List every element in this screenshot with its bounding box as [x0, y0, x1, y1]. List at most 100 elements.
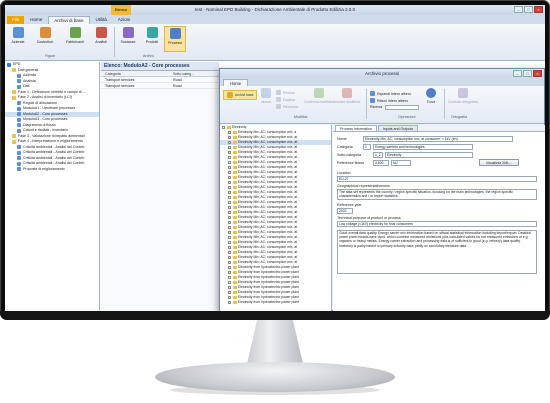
processi-button[interactable]: Processi	[164, 26, 186, 52]
sostanze-button[interactable]: Sostanze	[116, 26, 140, 52]
expand-box-icon[interactable]	[228, 156, 231, 159]
expand-box-icon[interactable]	[228, 151, 231, 154]
tab-process-information[interactable]: Process information	[335, 125, 377, 131]
rename-icon	[276, 104, 281, 109]
espandi-albero-button[interactable]: Espandi intero albero	[370, 91, 411, 96]
expand-box-icon[interactable]	[228, 191, 231, 194]
folder-icon	[232, 281, 237, 284]
costruttori-button[interactable]: Costruttori	[31, 26, 59, 52]
conferma-button[interactable]: Conferma modifiche	[304, 88, 334, 104]
expand-box-icon[interactable]	[228, 166, 231, 169]
expand-box-icon[interactable]	[228, 226, 231, 229]
expand-box-icon[interactable]	[228, 196, 231, 199]
expand-box-icon[interactable]	[228, 301, 231, 304]
dialog-tab-home[interactable]: Home	[223, 79, 249, 86]
expand-box-icon[interactable]	[228, 186, 231, 189]
fabbricanti-button[interactable]: Fabbricanti	[61, 26, 89, 52]
tree-node-icon	[17, 167, 21, 172]
folder-icon	[232, 146, 237, 149]
folder-icon	[232, 176, 237, 179]
riduci-albero-button[interactable]: Riduci intero albero	[370, 98, 408, 103]
reference-flusso-unit[interactable]: MJ	[391, 160, 411, 166]
expand-box-icon[interactable]	[228, 296, 231, 299]
tab-archivi-di-base[interactable]: Archivi di base	[48, 16, 90, 24]
expand-box-icon[interactable]	[228, 286, 231, 289]
maximize-button[interactable]: □	[524, 6, 533, 13]
tab-azioni[interactable]: Azioni	[113, 16, 135, 24]
dialog-close-button[interactable]: ×	[533, 70, 542, 77]
expand-box-icon[interactable]	[228, 211, 231, 214]
dialog-minimize-button[interactable]: –	[513, 70, 522, 77]
tree-item[interactable]: Proposte di miglioramento	[5, 167, 99, 173]
tab-utilita[interactable]: Utilità	[91, 16, 112, 24]
nome-field[interactable]: Electricity Mix; AC; consumption mix, at…	[363, 136, 513, 142]
expand-box-icon[interactable]	[228, 141, 231, 144]
controllo-ortografico-button[interactable]: Controllo ortografico	[448, 88, 478, 104]
dialog-maximize-button[interactable]: □	[523, 70, 532, 77]
expand-box-icon[interactable]	[228, 281, 231, 284]
annulla-button[interactable]: Annulla modifiche	[332, 88, 362, 104]
tab-home[interactable]: Home	[25, 16, 47, 24]
expand-box-icon[interactable]	[228, 181, 231, 184]
location-field[interactable]: EU-27	[337, 176, 537, 182]
duplica-button[interactable]: Duplica	[276, 97, 295, 102]
description-field[interactable]: Good overall data quality. Energy carrie…	[337, 230, 537, 274]
archivi-base-label: Archivi base	[235, 93, 254, 97]
expand-box-icon[interactable]	[228, 241, 231, 244]
sotto-categoria-field[interactable]: Electricity	[385, 152, 473, 158]
expand-box-icon[interactable]	[228, 136, 231, 139]
expand-box-icon[interactable]	[228, 176, 231, 179]
dialog-titlebar: Archivio processi – □ ×	[220, 69, 544, 78]
analisti-button[interactable]: Analisti	[90, 26, 112, 52]
expand-box-icon[interactable]	[222, 126, 225, 129]
categoria-field[interactable]: Energy carriers and technologies	[373, 144, 473, 150]
archivi-base-button[interactable]: Archivi base	[223, 90, 258, 100]
close-button[interactable]: ×	[534, 6, 543, 13]
prodotti-button[interactable]: Prodotti	[141, 26, 163, 52]
trova-label: Trova	[426, 100, 436, 104]
expand-box-icon[interactable]	[228, 236, 231, 239]
column-categoria[interactable]: Categoria	[101, 71, 171, 76]
expand-box-icon[interactable]	[228, 146, 231, 149]
ribbon-tabs: File Home Archivi di base Utilità Azioni	[5, 15, 545, 24]
expand-box-icon[interactable]	[228, 251, 231, 254]
expand-box-icon[interactable]	[228, 266, 231, 269]
tree-node-icon	[17, 161, 21, 166]
rinomina-button[interactable]: Rinomina	[276, 104, 298, 109]
expand-box-icon[interactable]	[228, 276, 231, 279]
column-sotto-categoria[interactable]: Sotto categ...	[171, 71, 216, 76]
tree-node-icon	[17, 156, 21, 161]
expand-box-icon[interactable]	[228, 206, 231, 209]
expand-box-icon[interactable]	[228, 216, 231, 219]
reference-flusso-field[interactable]: 3,600	[373, 160, 389, 166]
table-row[interactable]: Transport services Road	[101, 83, 219, 89]
folder-icon	[232, 221, 237, 224]
tab-file[interactable]: File	[7, 16, 25, 24]
expand-box-icon[interactable]	[228, 261, 231, 264]
sotto-categoria-code-field[interactable]: 1_2	[373, 152, 383, 158]
nuovo-button[interactable]: Nuovo	[254, 88, 278, 104]
process-tree-item[interactable]: Electricity from hydroelectric power pla…	[220, 300, 331, 305]
folder-icon	[232, 261, 237, 264]
expand-box-icon[interactable]	[228, 221, 231, 224]
geographical-field[interactable]: The data set represents the country / re…	[337, 189, 537, 200]
expand-box-icon[interactable]	[228, 246, 231, 249]
elimina-button[interactable]: Elimina	[276, 90, 295, 95]
reference-year-field[interactable]: 2002	[337, 208, 353, 214]
tab-inputs-outputs[interactable]: Inputs and Outputs	[377, 125, 419, 131]
minimize-button[interactable]: –	[514, 6, 523, 13]
expand-box-icon[interactable]	[228, 231, 231, 234]
expand-box-icon[interactable]	[228, 161, 231, 164]
visualizza-xml-button[interactable]: Visualizza XML...	[479, 159, 519, 166]
expand-box-icon[interactable]	[228, 171, 231, 174]
aziende-button[interactable]: Aziende	[7, 26, 29, 52]
expand-box-icon[interactable]	[228, 291, 231, 294]
trova-button[interactable]: Trova	[421, 88, 441, 104]
expand-box-icon[interactable]	[228, 271, 231, 274]
ricerca-input[interactable]	[385, 105, 419, 110]
expand-box-icon[interactable]	[228, 201, 231, 204]
expand-box-icon[interactable]	[228, 256, 231, 259]
expand-box-icon[interactable]	[228, 131, 231, 134]
categoria-code-field[interactable]: 1	[363, 144, 371, 150]
technical-purpose-field[interactable]: Low voltage (<1kV) electricity for final…	[337, 221, 537, 227]
